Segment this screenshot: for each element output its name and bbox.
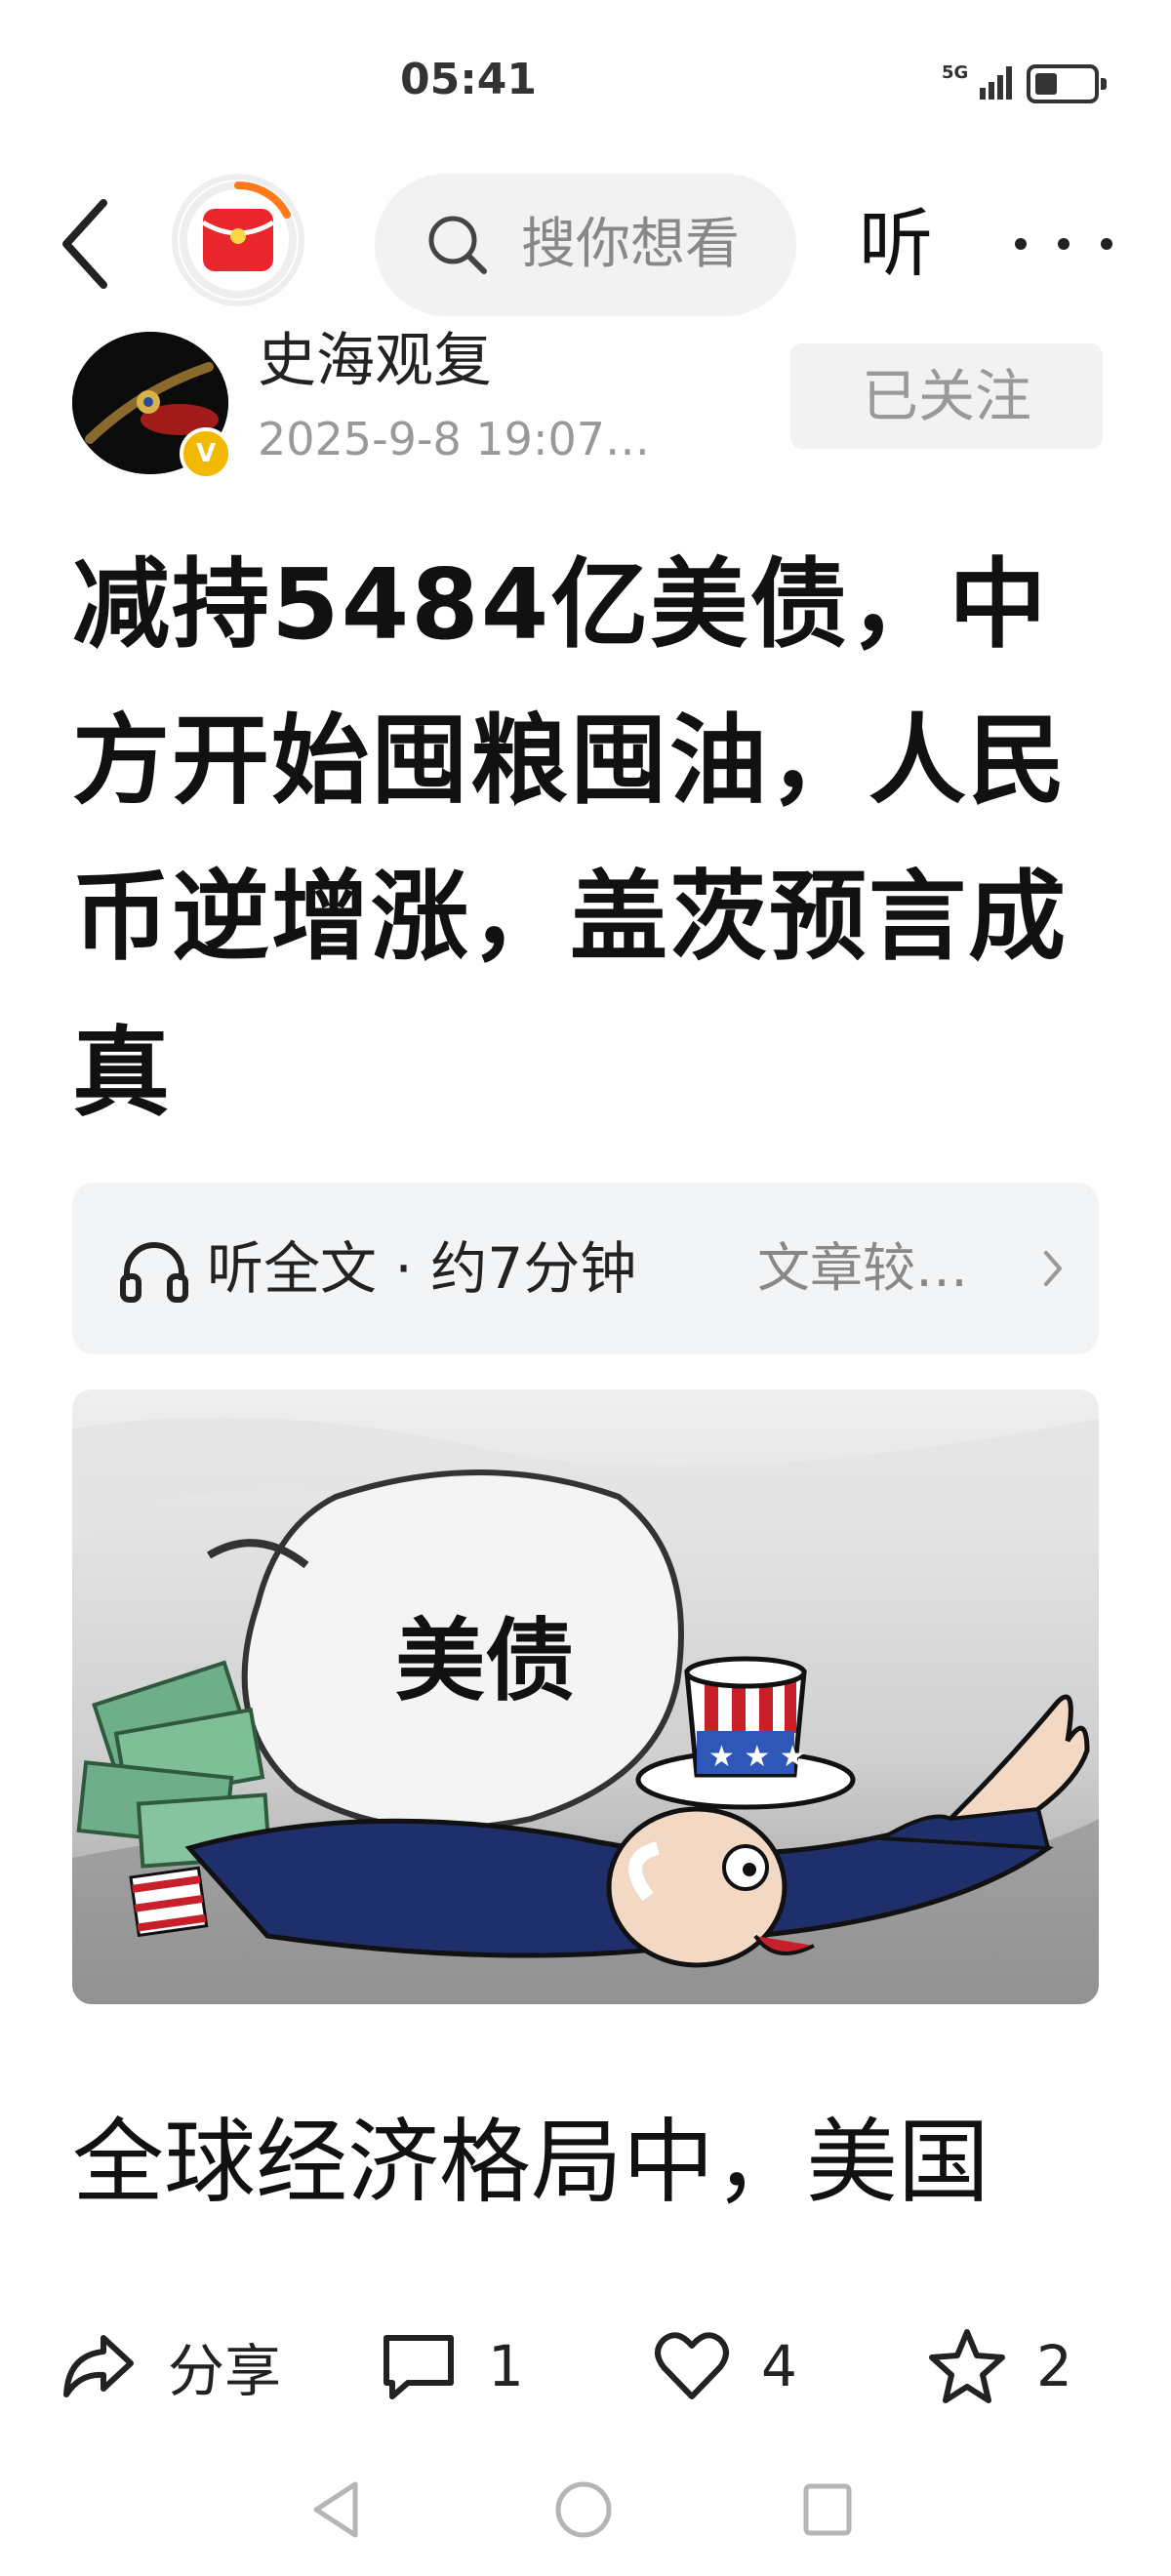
post-date: 2025-9-8 19:07… [258, 413, 650, 465]
like-button[interactable]: 4 [652, 2322, 797, 2410]
star-icon [929, 2329, 1005, 2403]
share-icon [63, 2335, 134, 2397]
share-label: 分享 [168, 2338, 282, 2404]
favorite-count: 2 [1036, 2333, 1072, 2399]
headphones-icon [120, 1242, 188, 1303]
red-packet-icon[interactable] [172, 174, 304, 306]
verified-badge: V [180, 427, 232, 480]
favorite-button[interactable]: 2 [927, 2322, 1072, 2410]
article-image[interactable]: ★ ★ ★ [72, 1389, 1099, 2004]
battery-icon [1027, 64, 1107, 103]
comment-count: 1 [488, 2333, 524, 2399]
system-back-icon[interactable] [308, 2478, 363, 2541]
author-name[interactable]: 史海观复 [258, 322, 492, 400]
comment-icon [384, 2335, 454, 2399]
search-bar[interactable]: 搜你想看 [375, 174, 796, 316]
article-first-paragraph: 全球经济格局中，美国 [72, 2110, 990, 2216]
cartoon-illustration: ★ ★ ★ [72, 1389, 1099, 2004]
like-count: 4 [761, 2333, 797, 2399]
listen-button[interactable]: 听 [859, 195, 933, 293]
listen-banner-subtext: 文章较… [757, 1237, 968, 1299]
status-time: 05:41 [399, 55, 538, 104]
share-button[interactable]: 分享 [59, 2322, 281, 2410]
search-icon [428, 216, 487, 274]
back-arrow-icon[interactable] [57, 195, 115, 293]
search-placeholder: 搜你想看 [521, 213, 740, 276]
heart-icon [655, 2332, 729, 2399]
article-title: 减持5484亿美债，中方开始囤粮囤油，人民币逆增涨，盖茨预言成真 [72, 547, 1068, 1130]
chevron-right-icon [1044, 1251, 1062, 1286]
system-home-icon[interactable] [552, 2478, 615, 2541]
listen-full-article-banner[interactable]: 听全文 · 约7分钟 文章较… [72, 1183, 1099, 1354]
image-caption-text: 美债 [395, 1609, 576, 1713]
network-type-label: 5G [942, 62, 969, 83]
system-recents-icon[interactable] [800, 2478, 855, 2541]
svg-text:★ ★ ★: ★ ★ ★ [708, 1740, 806, 1774]
listen-banner-label: 听全文 · 约7分钟 [207, 1235, 637, 1302]
follow-button[interactable]: 已关注 [790, 343, 1103, 449]
signal-strength-icon [980, 66, 1012, 100]
more-options-icon[interactable] [1015, 234, 1112, 254]
comment-button[interactable]: 1 [379, 2322, 524, 2410]
